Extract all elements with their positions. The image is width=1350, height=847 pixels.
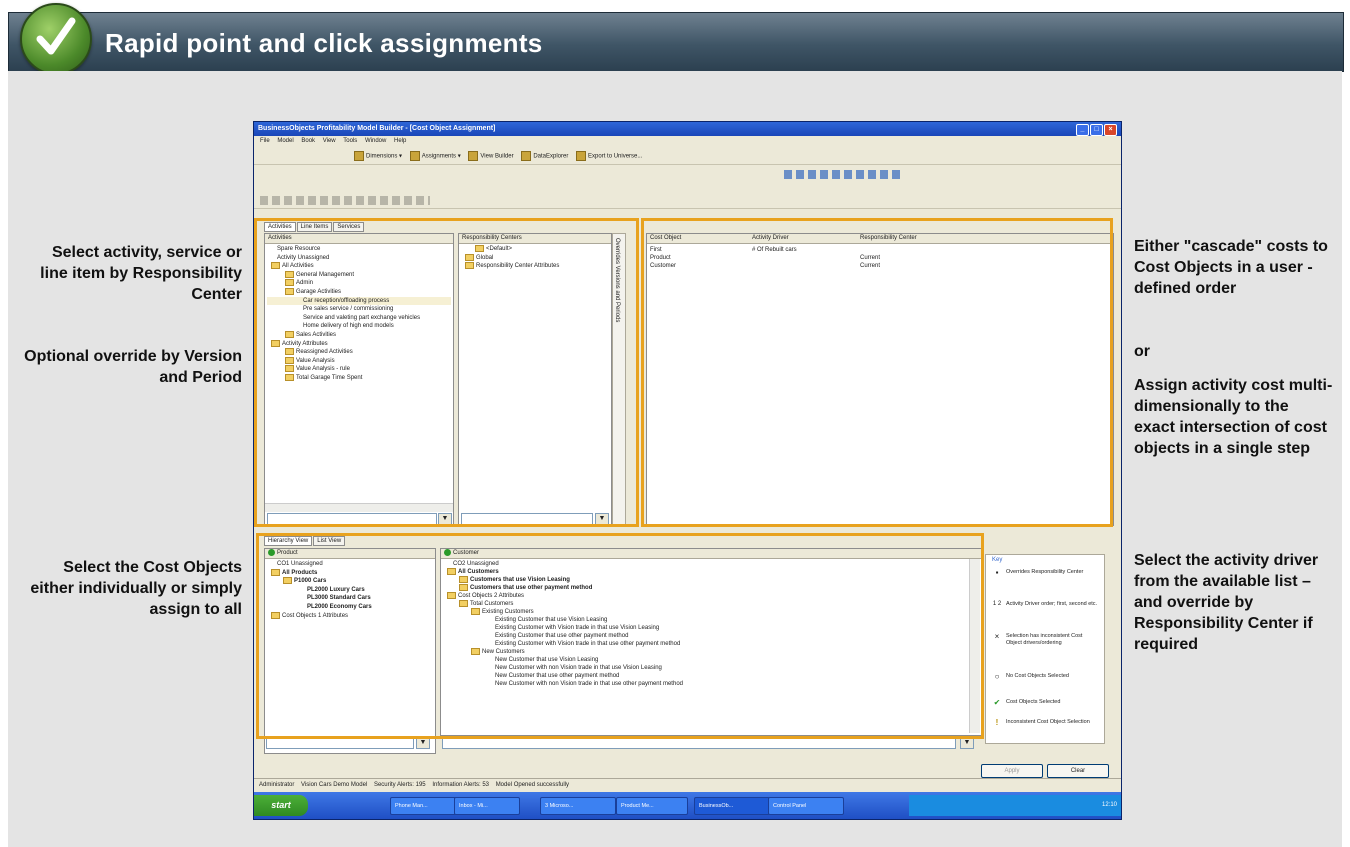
highlight-assignment-grid [641,218,1113,527]
key-item: ○ No Cost Objects Selected [992,673,1098,693]
edit-toolbar [254,192,1121,209]
window-titlebar[interactable]: BusinessObjects Profitability Model Buil… [254,122,1121,136]
callout-cascade: Either "cascade" costs to Cost Objects i… [1134,238,1328,297]
toolbar-icon-row[interactable] [784,170,904,179]
key-legend: Key ▪ Overrides Responsibility Center 1 2… [985,554,1105,744]
status-message: Model Opened successfully [495,782,570,788]
taskbar-item[interactable]: Phone Man... [390,797,456,815]
taskbar-item[interactable]: Control Panel [768,797,844,815]
edit-icon-row[interactable] [260,196,430,205]
callout-select-activity: Select activity, service or line item by… [40,244,242,303]
secondary-toolbar [254,166,1121,182]
checkmark-icon [20,3,92,75]
toolbar-dimensions[interactable]: Dimensions ▾ [354,151,402,161]
clear-button[interactable]: Clear [1047,764,1109,778]
menu-bar: File Model Book View Tools Window Help [254,136,1121,147]
toolbar-data-explorer[interactable]: DataExplorer [521,151,568,161]
system-tray: 12:10 [909,795,1121,816]
apply-button[interactable]: Apply [981,764,1043,778]
main-toolbar: Dimensions ▾ Assignments ▾ View Builder … [254,148,1121,165]
status-bar: Administrator Vision Cars Demo Model Sec… [254,778,1121,791]
empty-circle-icon: ○ [994,672,1000,681]
maximize-button[interactable]: □ [1090,124,1103,136]
key-title: Key [992,557,1003,563]
taskbar-item[interactable]: 3 Microso... [540,797,616,815]
status-user: Administrator [259,782,295,788]
callout-or: or [1134,343,1150,360]
taskbar-item[interactable]: Product Me... [616,797,688,815]
toolbar-view-builder[interactable]: View Builder [468,151,514,161]
close-button[interactable]: × [1104,124,1117,136]
key-item: ▪ Overrides Responsibility Center [992,569,1098,589]
toolbar-export-universe[interactable]: Export to Universe... [576,151,642,161]
start-button[interactable]: start [254,795,308,816]
key-item: × Selection has inconsistent Cost Object … [992,633,1098,661]
view-builder-icon [468,151,479,161]
window-title: BusinessObjects Profitability Model Buil… [258,125,496,132]
highlight-cost-objects [256,533,984,739]
status-model: Vision Cars Demo Model [301,782,368,788]
minimize-button[interactable]: _ [1076,124,1089,136]
windows-taskbar: start Phone Man... Inbox - Mi... 3 Micro… [254,792,1121,819]
warning-icon: ! [995,718,999,727]
taskbar-item[interactable]: Inbox - Mi... [454,797,520,815]
export-icon [576,151,587,161]
override-icon: ▪ [995,568,999,577]
menu-file[interactable]: File [260,136,270,147]
order-number-icon: 1 2 [992,601,1002,607]
toolbar-assignments[interactable]: Assignments ▾ [409,151,461,161]
key-item: ! Inconsistent Cost Object Selection [992,719,1098,739]
callout-activity-driver: Select the activity driver from the avai… [1134,552,1319,653]
menu-window[interactable]: Window [365,136,386,147]
menu-model[interactable]: Model [277,136,293,147]
callout-multi-dimensional: Assign activity cost multi-dimensionally… [1134,377,1333,457]
status-info-alerts[interactable]: Information Alerts: 53 [432,779,489,791]
inconsistent-x-icon: × [994,632,1000,641]
clock: 12:10 [1101,802,1117,808]
menu-tools[interactable]: Tools [343,136,357,147]
dimensions-icon [354,151,364,161]
status-security-alerts[interactable]: Security Alerts: 195 [374,779,426,791]
key-item: ✔ Cost Objects Selected [993,698,1061,707]
menu-view[interactable]: View [323,136,336,147]
menu-book[interactable]: Book [301,136,315,147]
data-explorer-icon [521,151,532,161]
slide-title: Rapid point and click assignments [105,28,543,58]
callout-select-cost-objects: Select the Cost Objects either individua… [30,559,242,618]
check-circle-icon: ✔ [993,698,1001,707]
menu-help[interactable]: Help [394,136,406,147]
callout-optional-override: Optional override by Version and Period [24,348,242,386]
highlight-activities-resp [254,218,639,527]
taskbar-item-active[interactable]: BusinessOb... [694,797,770,815]
key-item: 1 2 Activity Driver order; first, second … [992,601,1098,607]
assignments-icon [409,151,420,161]
